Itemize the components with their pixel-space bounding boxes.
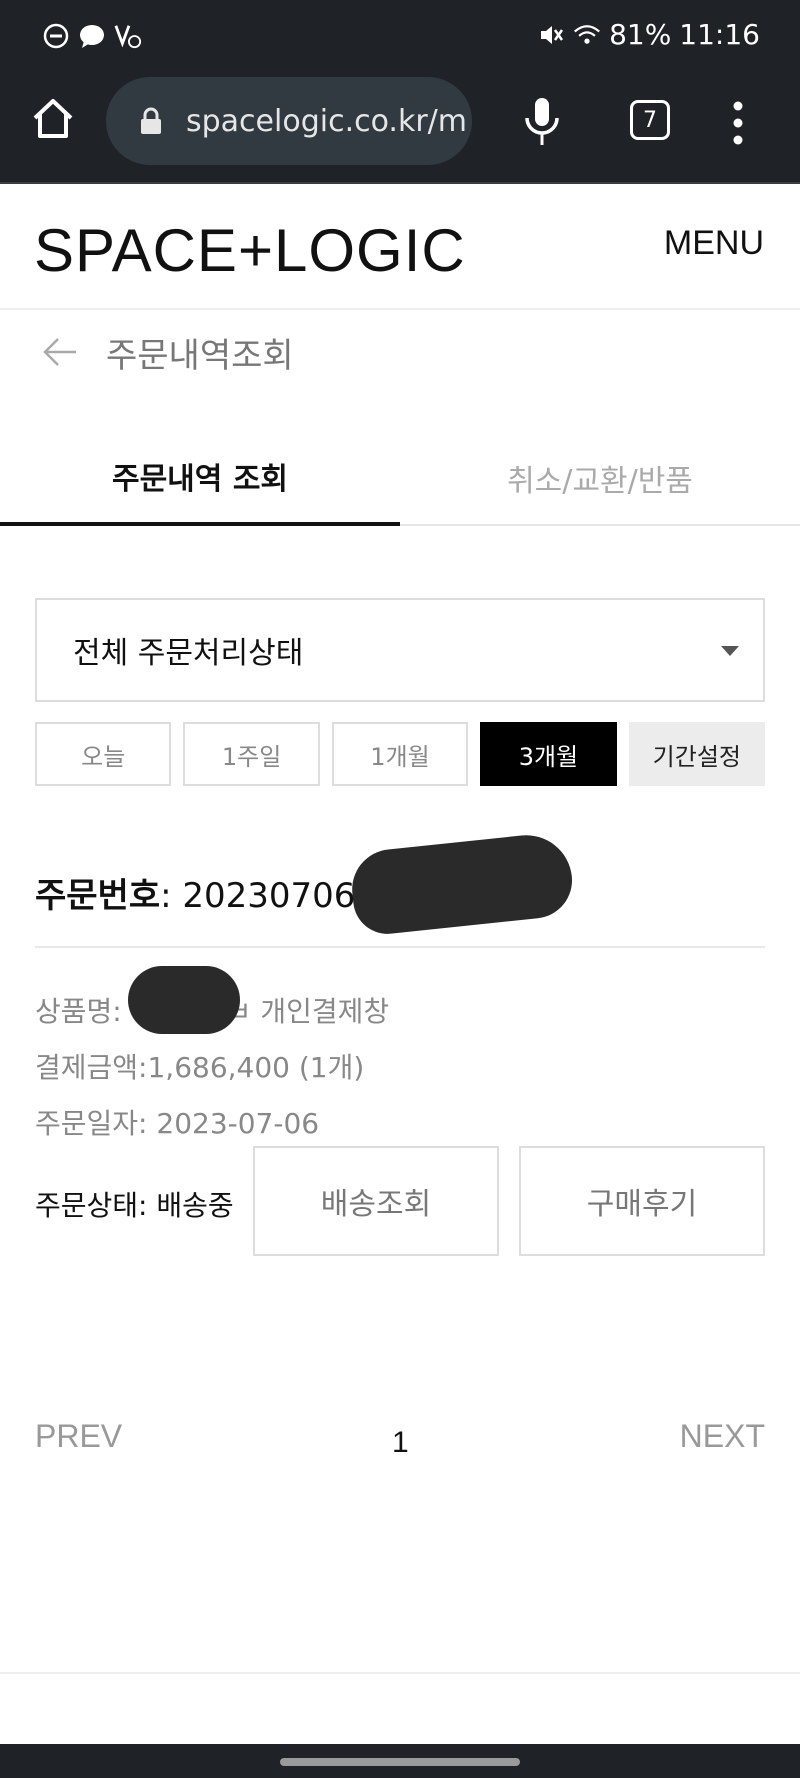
mic-icon[interactable]: [522, 96, 562, 148]
battery-level: 81%: [609, 18, 672, 51]
order-date: 주문일자: 2023-07-06: [35, 1107, 320, 1140]
write-review-button[interactable]: 구매후기: [519, 1146, 765, 1256]
page-title: 주문내역조회: [106, 336, 294, 376]
prev-page-link[interactable]: PREV: [35, 1418, 122, 1455]
product-suffix: ㅂ 개인결제창: [225, 995, 390, 1028]
volte-icon: [114, 22, 142, 50]
browser-toolbar: spacelogic.co.kr/m 7: [0, 72, 800, 184]
system-nav-bar: [0, 1744, 800, 1778]
status-right: 81% 11:16: [537, 18, 760, 51]
period-today-button[interactable]: 오늘: [35, 722, 172, 786]
more-icon[interactable]: [730, 100, 746, 146]
tab-cancel-exchange-return[interactable]: 취소/교환/반품: [400, 430, 800, 526]
custom-period-button[interactable]: 기간설정: [628, 722, 766, 786]
mute-icon: [537, 21, 565, 49]
wifi-icon: [573, 21, 601, 49]
product-label: 상품명:: [35, 995, 122, 1028]
period-1week-button[interactable]: 1주일: [183, 722, 320, 786]
clock: 11:16: [679, 18, 760, 51]
gesture-handle[interactable]: [280, 1758, 520, 1766]
dnd-icon: [42, 22, 70, 50]
track-shipment-button[interactable]: 배송조회: [253, 1146, 499, 1256]
footer-divider: [0, 1672, 800, 1674]
home-icon[interactable]: [30, 96, 76, 142]
order-status: 주문상태: 배송중: [35, 1189, 234, 1222]
site-logo[interactable]: SPACE+LOGIC: [34, 216, 466, 285]
redaction-mark: [348, 830, 576, 938]
redaction-mark: [128, 966, 240, 1034]
page-number[interactable]: 1: [392, 1426, 409, 1460]
divider: [35, 946, 765, 948]
order-number: 주문번호: 20230706-0: [35, 868, 389, 917]
menu-button[interactable]: MENU: [664, 224, 764, 263]
caret-down-icon: [721, 646, 739, 656]
tabs-icon[interactable]: 7: [630, 100, 670, 140]
url-text: spacelogic.co.kr/m: [186, 103, 468, 139]
tab-count: 7: [643, 107, 657, 133]
order-tabs: 주문내역 조회 취소/교환/반품: [0, 430, 800, 526]
order-status-select[interactable]: 전체 주문처리상태: [35, 598, 765, 702]
period-3month-button[interactable]: 3개월: [480, 722, 617, 786]
url-bar[interactable]: spacelogic.co.kr/m: [106, 77, 472, 165]
next-page-link[interactable]: NEXT: [680, 1418, 765, 1455]
period-1month-button[interactable]: 1개월: [331, 722, 469, 786]
site-header: SPACE+LOGIC MENU: [0, 186, 800, 310]
payment-amount: 결제금액:1,686,400 (1개): [35, 1051, 365, 1084]
back-arrow-icon[interactable]: [42, 334, 78, 370]
status-left-icons: [42, 22, 142, 50]
page-title-row: 주문내역조회: [0, 312, 800, 402]
order-status-select-value: 전체 주문처리상태: [73, 636, 304, 671]
order-number-label: 주문번호: [35, 876, 161, 916]
period-filter: 오늘 1주일 1개월 3개월 기간설정: [35, 722, 766, 786]
lock-icon: [136, 106, 166, 136]
tab-order-history[interactable]: 주문내역 조회: [0, 430, 400, 526]
status-bar: 81% 11:16: [0, 0, 800, 72]
chat-icon: [78, 22, 106, 50]
